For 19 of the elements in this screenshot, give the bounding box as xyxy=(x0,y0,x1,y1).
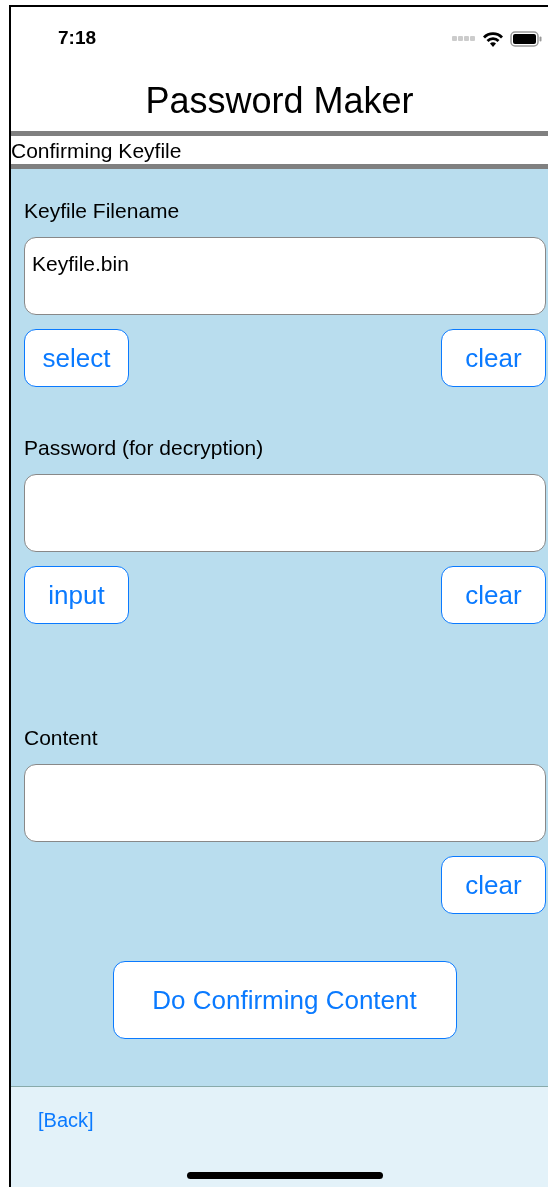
action-button[interactable]: clear xyxy=(441,856,546,914)
wifi-icon xyxy=(482,30,504,47)
text-field[interactable]: Keyfile.bin xyxy=(24,237,546,315)
back-link[interactable]: [Back] xyxy=(38,1105,94,1135)
status-time: 7:18 xyxy=(58,26,97,51)
text-field[interactable] xyxy=(24,474,546,552)
subtitle: Confirming Keyfile xyxy=(11,139,182,161)
action-button[interactable]: select xyxy=(24,329,129,387)
action-button[interactable]: clear xyxy=(441,329,546,387)
action-button[interactable]: clear xyxy=(441,566,546,624)
action-button[interactable]: input xyxy=(24,566,129,624)
field-label: Keyfile Filename xyxy=(24,198,181,224)
battery-icon xyxy=(510,30,542,47)
signal-icon xyxy=(452,36,476,41)
field-label: Password (for decryption) xyxy=(24,435,265,461)
page-title: Password Maker xyxy=(145,78,414,123)
text-field[interactable] xyxy=(24,764,546,842)
confirm-button[interactable]: Do Confirming Content xyxy=(112,961,457,1039)
field-label: Content xyxy=(24,725,99,751)
